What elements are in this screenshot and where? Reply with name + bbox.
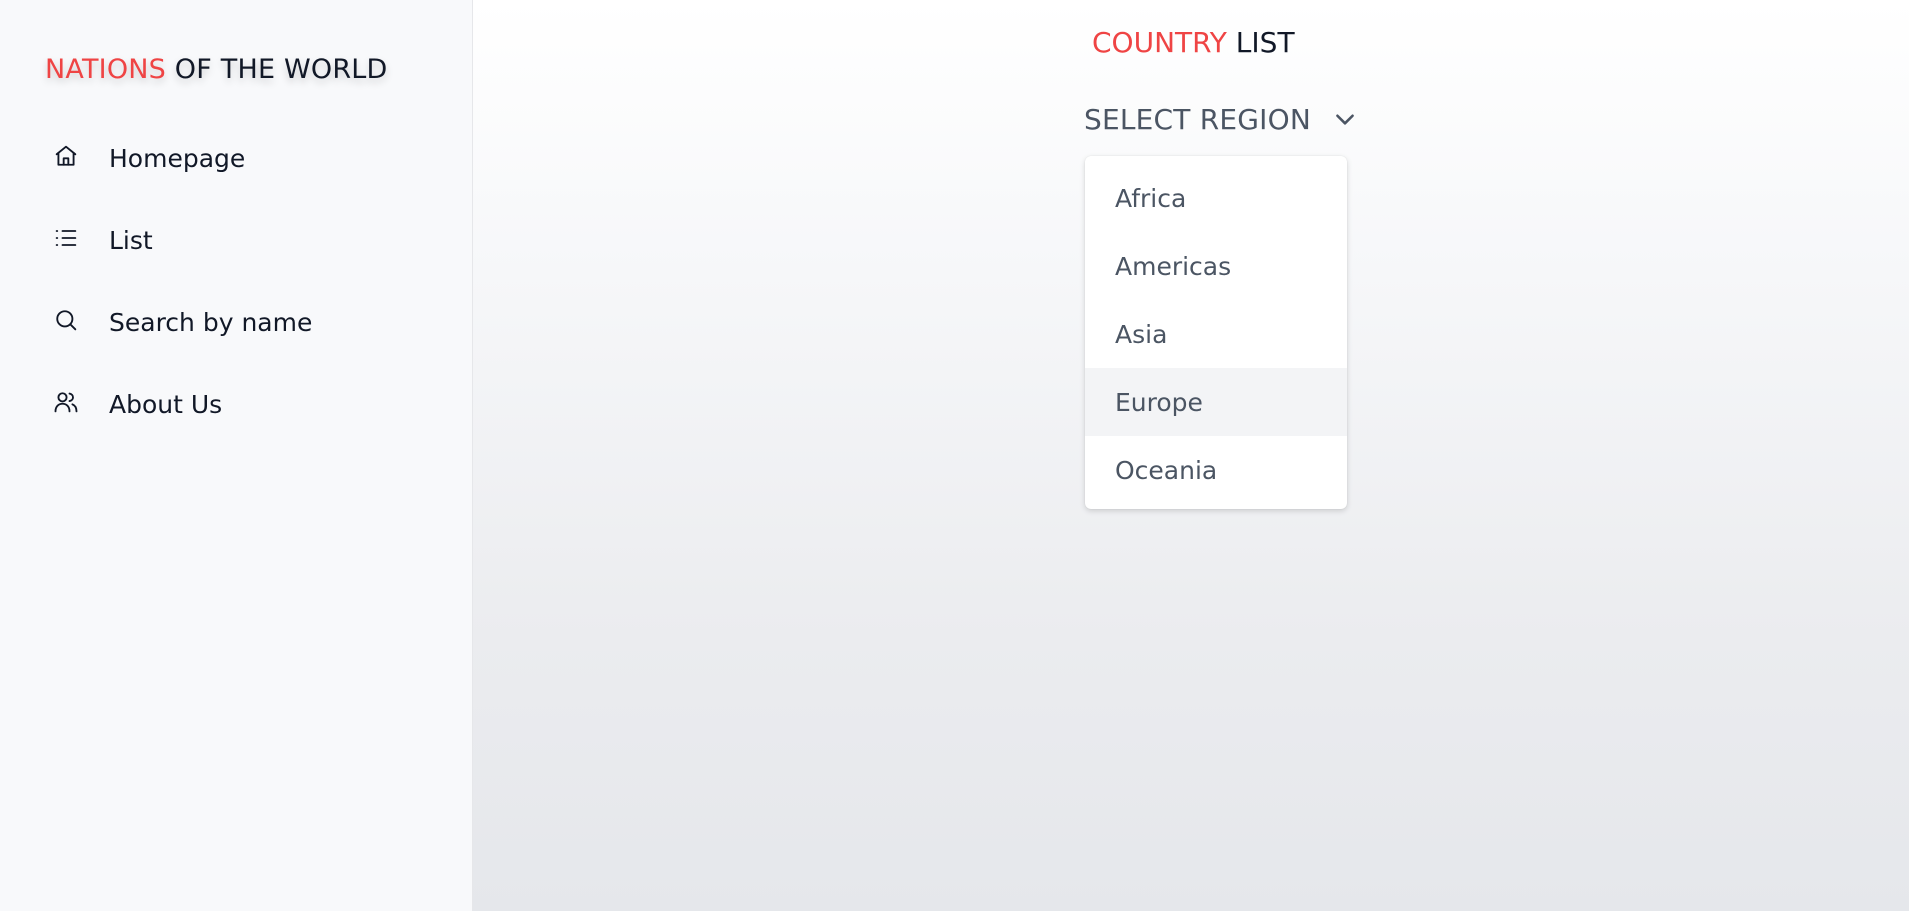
sidebar-nav: Homepage List Search by name About Us bbox=[0, 130, 473, 458]
sidebar-item-list[interactable]: List bbox=[0, 212, 473, 294]
sidebar-item-homepage[interactable]: Homepage bbox=[0, 130, 473, 212]
sidebar-item-label: About Us bbox=[109, 390, 223, 419]
sidebar-item-label: List bbox=[109, 226, 153, 255]
brand-title: NATIONS OF THE WORLD bbox=[45, 54, 388, 85]
search-icon bbox=[52, 306, 80, 334]
page-title: COUNTRY LIST bbox=[1092, 26, 1295, 59]
region-select[interactable]: SELECT REGION bbox=[1084, 99, 1359, 139]
brand-title-rest: OF THE WORLD bbox=[166, 54, 388, 85]
app-root: NATIONS OF THE WORLD Homepage List Searc… bbox=[0, 0, 1909, 911]
sidebar-item-label: Homepage bbox=[109, 144, 246, 173]
region-select-label: SELECT REGION bbox=[1084, 102, 1311, 136]
dropdown-option-europe[interactable]: Europe bbox=[1085, 368, 1347, 436]
page-title-rest: LIST bbox=[1226, 26, 1295, 59]
sidebar-item-about-us[interactable]: About Us bbox=[0, 376, 473, 458]
page-title-accent: COUNTRY bbox=[1092, 26, 1227, 59]
sidebar-item-search-by-name[interactable]: Search by name bbox=[0, 294, 473, 376]
dropdown-option-oceania[interactable]: Oceania bbox=[1085, 436, 1347, 504]
home-icon bbox=[52, 142, 80, 170]
sidebar-item-label: Search by name bbox=[109, 308, 313, 337]
dropdown-option-africa[interactable]: Africa bbox=[1085, 164, 1347, 232]
list-icon bbox=[52, 224, 80, 252]
sidebar: NATIONS OF THE WORLD Homepage List Searc… bbox=[0, 0, 473, 911]
brand-title-accent: NATIONS bbox=[45, 54, 167, 85]
chevron-down-icon bbox=[1331, 105, 1359, 133]
users-icon bbox=[52, 388, 80, 416]
region-dropdown-menu: Africa Americas Asia Europe Oceania bbox=[1085, 156, 1347, 509]
dropdown-option-asia[interactable]: Asia bbox=[1085, 300, 1347, 368]
dropdown-option-americas[interactable]: Americas bbox=[1085, 232, 1347, 300]
